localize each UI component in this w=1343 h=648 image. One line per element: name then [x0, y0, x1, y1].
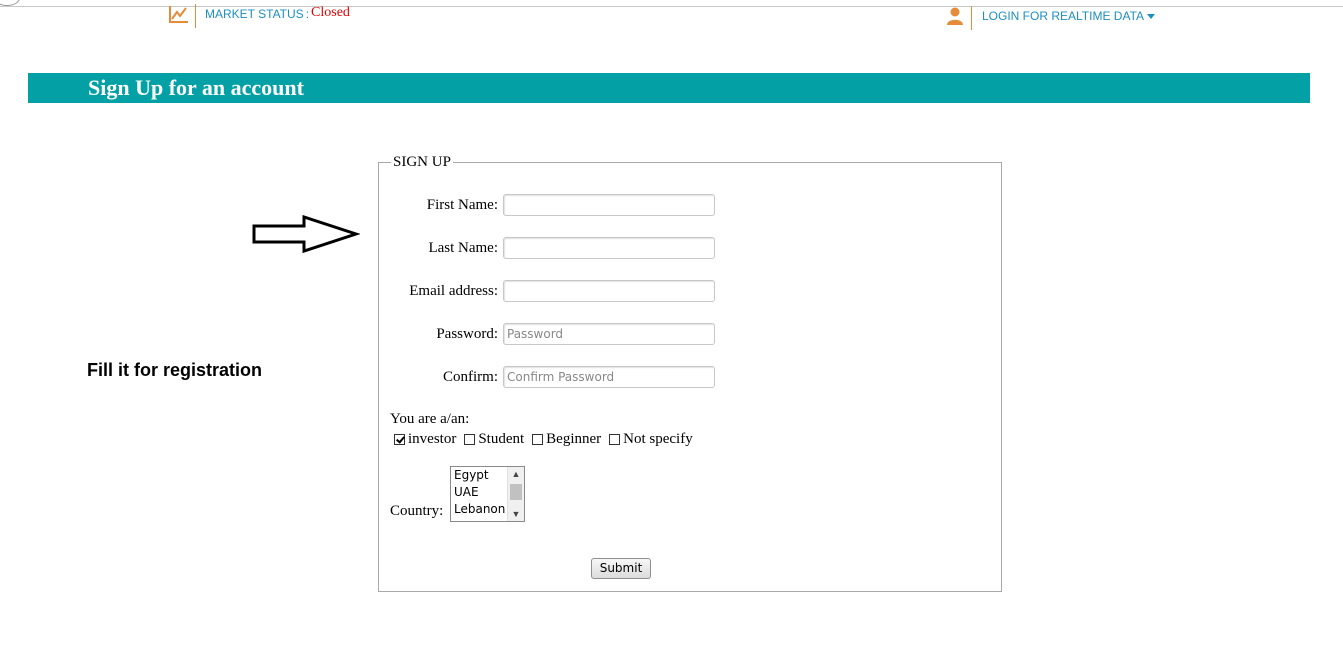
chart-line-icon	[169, 6, 188, 23]
confirm-password-input[interactable]	[503, 366, 715, 388]
market-status-label: MARKET STATUS	[205, 7, 304, 21]
checkbox-not-specify[interactable]	[609, 434, 621, 445]
email-label: Email address:	[409, 283, 498, 299]
registration-note: Fill it for registration	[87, 360, 263, 380]
confirm-label: Confirm:	[443, 369, 498, 385]
checkbox-label: investor	[408, 431, 457, 447]
role-options: investor Student Beginner Not specify	[394, 431, 701, 448]
caret-down-icon[interactable]	[1147, 14, 1156, 19]
market-status-colon: :	[305, 7, 310, 21]
email-input[interactable]	[503, 280, 715, 302]
page-banner: Sign Up for an account	[28, 73, 1310, 103]
signup-legend: SIGN UP	[391, 154, 453, 171]
checkbox-label: Student	[478, 431, 525, 447]
role-label: You are a/an:	[390, 411, 470, 427]
country-label: Country:	[390, 503, 444, 519]
scrollbar-thumb[interactable]	[510, 484, 522, 500]
password-label: Password:	[436, 326, 498, 342]
market-status-value: Closed	[311, 5, 350, 20]
chevron-up-icon[interactable]: ▲	[511, 467, 521, 481]
last-name-label: Last Name:	[428, 240, 498, 256]
user-icon	[947, 7, 963, 25]
login-link[interactable]: LOGIN FOR REALTIME DATA	[982, 9, 1144, 23]
chevron-down-icon[interactable]: ▼	[511, 507, 521, 521]
password-input[interactable]	[503, 323, 715, 345]
listbox-scrollbar[interactable]: ▲ ▼	[507, 467, 524, 521]
separator	[971, 6, 972, 30]
checkbox-beginner[interactable]	[532, 434, 544, 445]
market-status: MARKET STATUS : Closed	[168, 4, 350, 28]
separator	[195, 4, 196, 28]
first-name-input[interactable]	[503, 194, 715, 216]
submit-button[interactable]: Submit	[591, 558, 651, 579]
login-realtime[interactable]: LOGIN FOR REALTIME DATA	[945, 6, 1156, 30]
arrow-right-icon	[252, 215, 360, 254]
checkbox-student[interactable]	[464, 434, 476, 445]
checkbox-label: Not specify	[623, 431, 693, 447]
country-listbox[interactable]: Egypt UAE Lebanon ▲ ▼	[450, 466, 525, 522]
last-name-input[interactable]	[503, 237, 715, 259]
page-title: Sign Up for an account	[88, 75, 304, 100]
checkbox-investor[interactable]	[394, 434, 405, 445]
first-name-label: First Name:	[426, 197, 498, 213]
checkbox-label: Beginner	[546, 431, 602, 447]
